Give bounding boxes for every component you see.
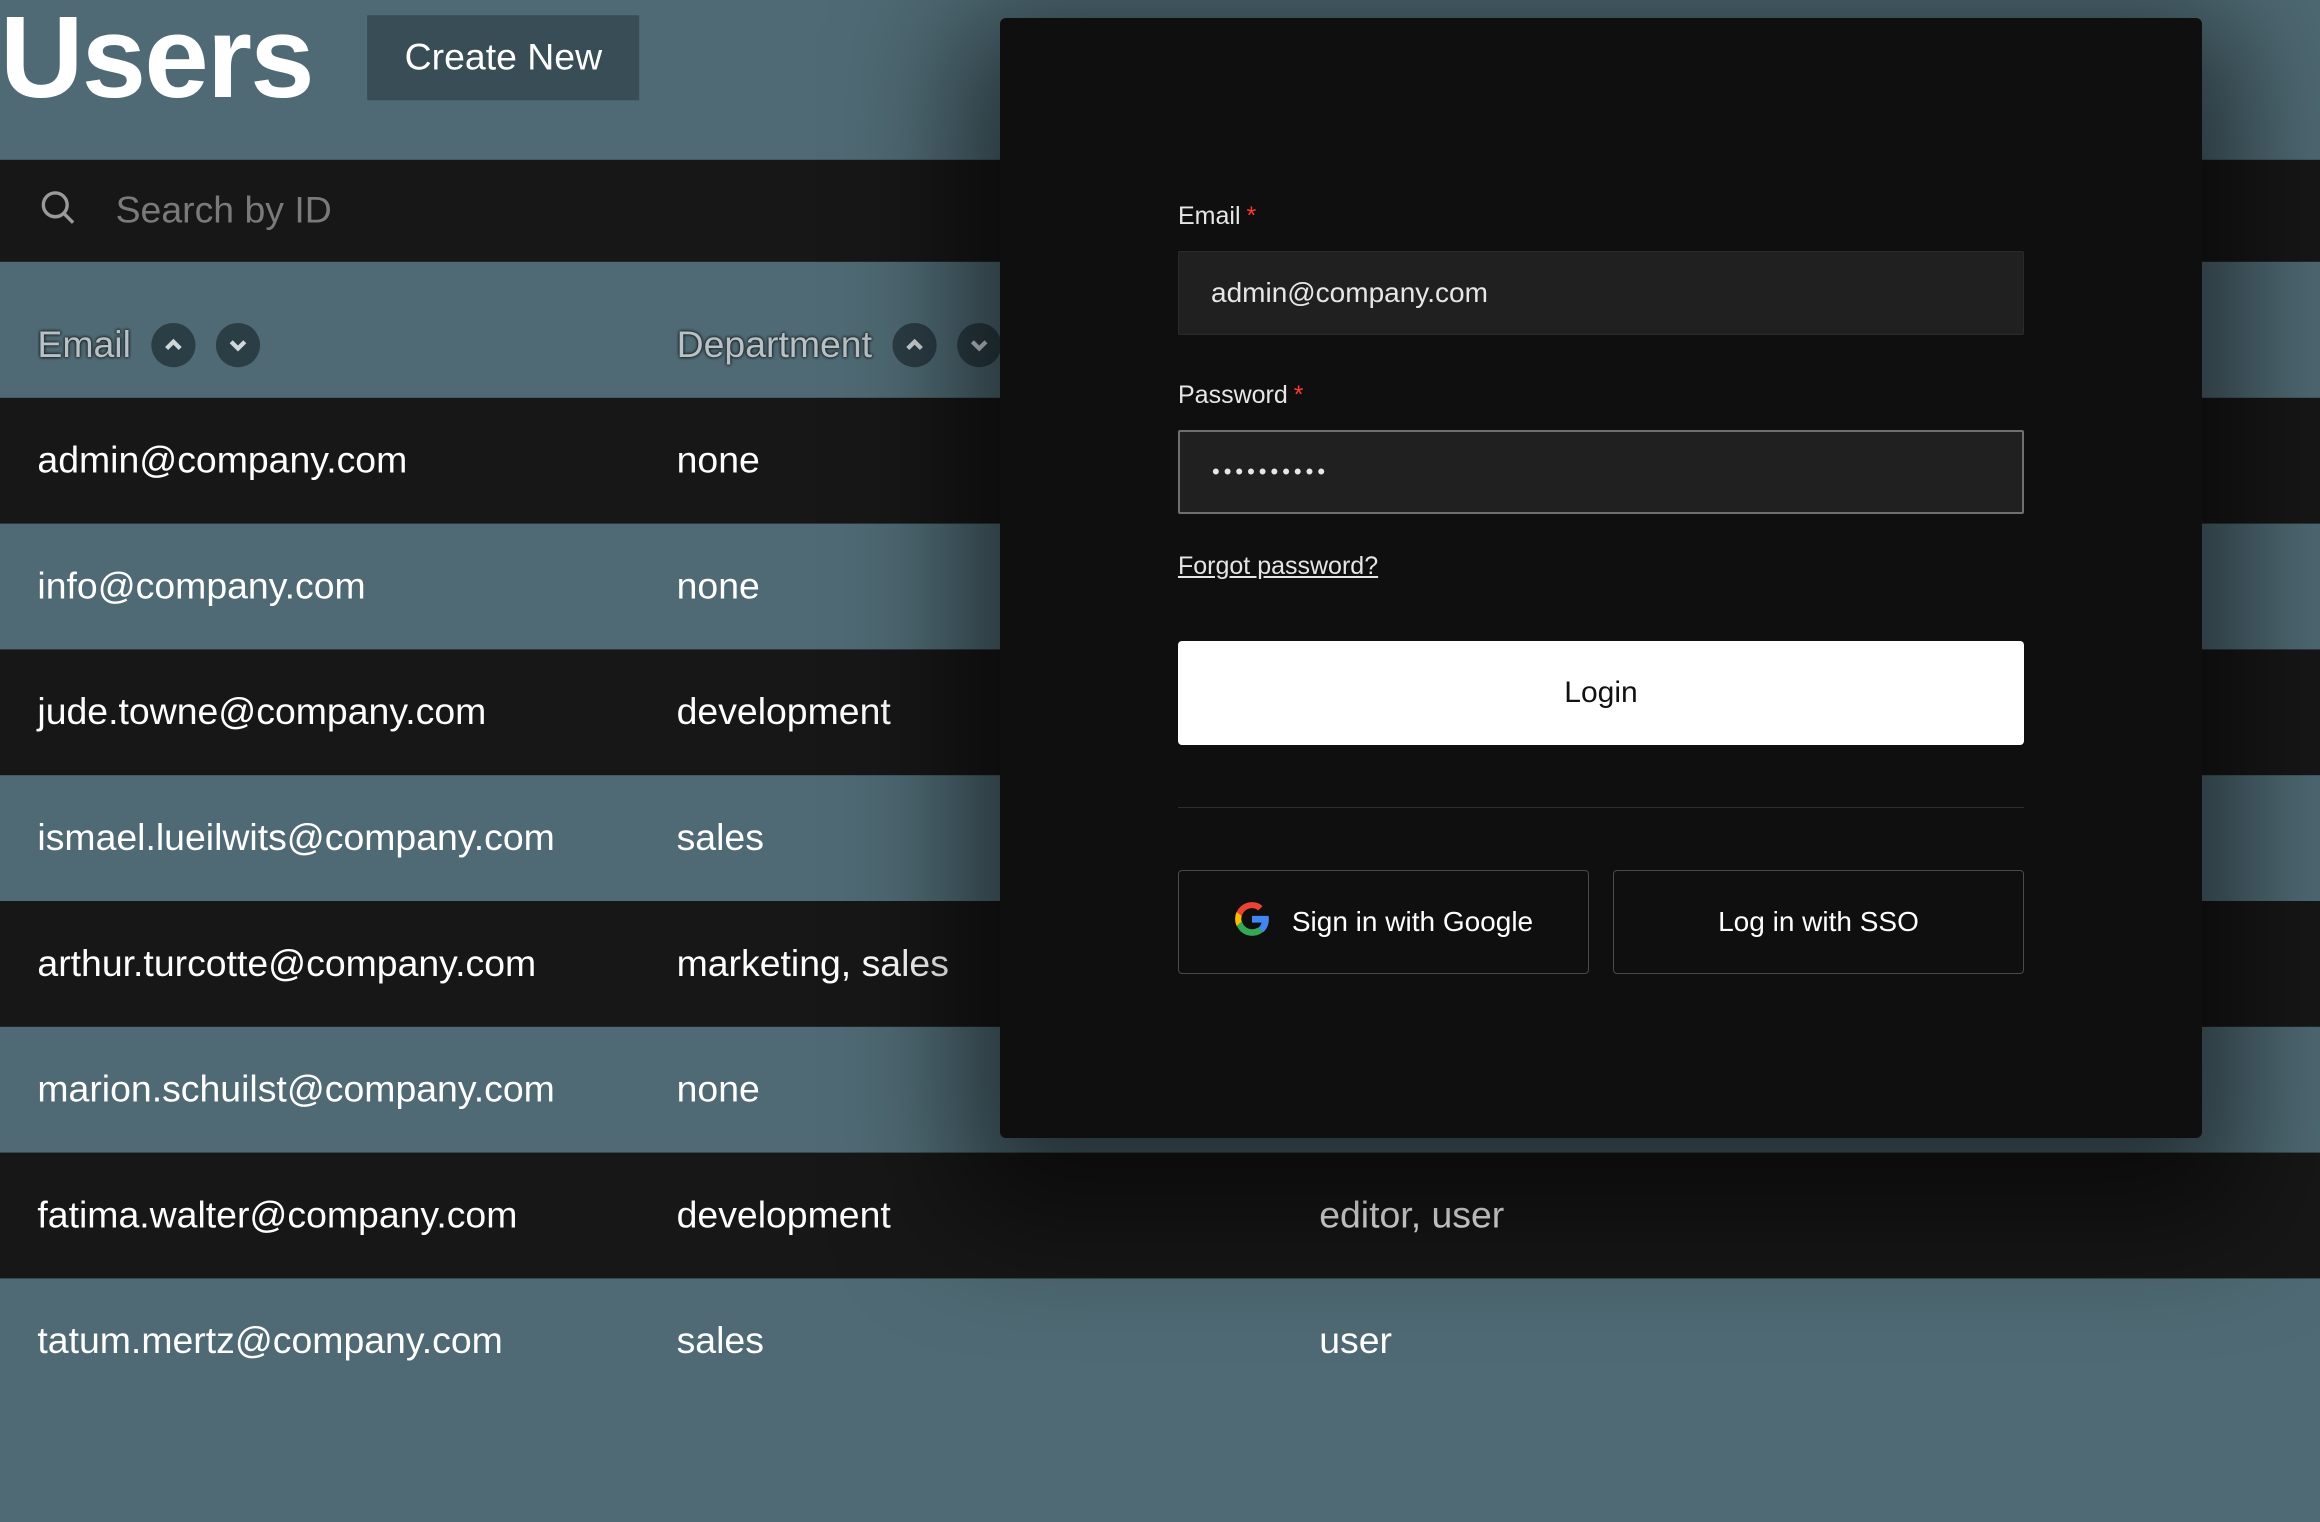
email-field-block: Email* [1178,202,2024,335]
password-label: Password* [1178,381,2024,410]
cell-email: fatima.walter@company.com [37,1193,676,1237]
sso-row: Sign in with Google Log in with SSO [1178,870,2024,974]
cell-email: ismael.lueilwits@company.com [37,816,676,860]
cell-email: info@company.com [37,564,676,608]
password-field-block: Password* [1178,381,2024,514]
page-title: Users [0,0,313,116]
password-field[interactable] [1178,430,2024,514]
login-modal: Email* Password* Forgot password? Login [1000,18,2202,1138]
cell-department: development [677,1193,1320,1237]
sort-email-asc[interactable] [151,323,195,367]
login-button[interactable]: Login [1178,641,2024,745]
sort-email-desc[interactable] [216,323,260,367]
sort-department-asc[interactable] [892,323,936,367]
google-icon [1234,901,1270,944]
sso-signin-button[interactable]: Log in with SSO [1613,870,2024,974]
divider [1178,807,2024,808]
cell-email: marion.schuilst@company.com [37,1068,676,1112]
table-row[interactable]: fatima.walter@company.comdevelopmentedit… [0,1153,2320,1279]
forgot-password-link[interactable]: Forgot password? [1178,552,1378,581]
cell-department: sales [677,1319,1320,1363]
email-field[interactable] [1178,251,2024,335]
cell-email: tatum.mertz@company.com [37,1319,676,1363]
cell-roles: user [1319,1319,2320,1363]
email-label: Email* [1178,202,2024,231]
cell-roles: editor, user [1319,1193,2320,1237]
cell-email: arthur.turcotte@company.com [37,942,676,986]
google-signin-button[interactable]: Sign in with Google [1178,870,1589,974]
required-asterisk: * [1247,202,1257,230]
cell-email: jude.towne@company.com [37,690,676,734]
required-asterisk: * [1294,381,1304,409]
column-header-email: Email [37,323,131,367]
table-row[interactable]: tatum.mertz@company.comsalesuser [0,1278,2320,1404]
sort-department-desc[interactable] [957,323,1001,367]
cell-email: admin@company.com [37,439,676,483]
column-header-department: Department [677,323,872,367]
google-signin-label: Sign in with Google [1292,906,1533,938]
create-new-button[interactable]: Create New [367,15,639,100]
search-icon [37,186,78,235]
